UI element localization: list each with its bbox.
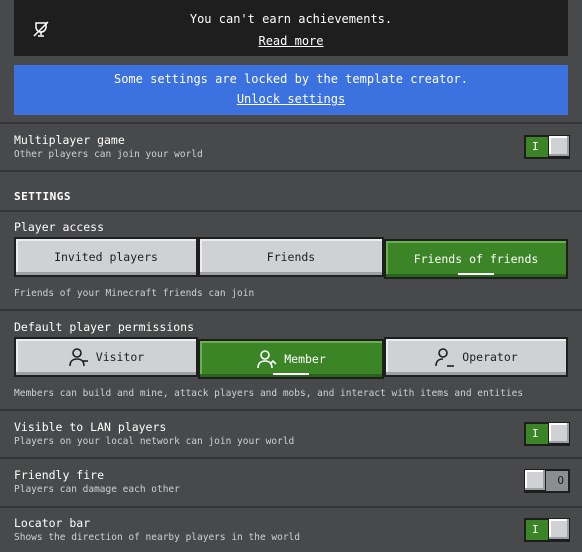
divider	[0, 409, 582, 411]
permissions-selector: Visitor Member Operator	[14, 337, 568, 379]
locator-bar-toggle[interactable]: I	[524, 518, 570, 542]
option-member[interactable]: Member	[198, 339, 384, 379]
member-person-icon	[257, 350, 277, 369]
toggle-knob	[548, 422, 570, 444]
multiplayer-title: Multiplayer game	[14, 133, 125, 147]
toggle-knob	[548, 518, 570, 540]
option-label: Operator	[462, 350, 518, 364]
player-access-selector: Invited players Friends Friends of frien…	[14, 237, 568, 279]
option-friends-of-friends[interactable]: Friends of friends	[384, 239, 568, 279]
option-invited-players[interactable]: Invited players	[14, 237, 198, 277]
player-access-description: Friends of your Minecraft friends can jo…	[14, 288, 255, 299]
lan-title: Visible to LAN players	[14, 420, 167, 434]
option-label: Friends of friends	[413, 252, 539, 266]
option-label: Member	[284, 352, 326, 366]
option-label: Visitor	[95, 350, 145, 364]
toggle-knob	[524, 469, 546, 491]
divider	[0, 457, 582, 459]
toggle-off-mark: O	[557, 474, 564, 487]
toggle-knob	[548, 135, 570, 157]
lan-toggle[interactable]: I	[524, 422, 570, 446]
option-visitor[interactable]: Visitor	[14, 337, 198, 377]
locator-bar-title: Locator bar	[14, 516, 91, 530]
option-label: Invited players	[54, 250, 158, 264]
option-label: Friends	[266, 250, 316, 264]
divider	[0, 170, 582, 172]
selected-indicator	[458, 273, 494, 275]
operator-person-icon	[435, 348, 455, 367]
locator-bar-subtitle: Shows the direction of nearby players in…	[14, 532, 300, 543]
multiplayer-subtitle: Other players can join your world	[14, 149, 203, 160]
player-access-title: Player access	[14, 220, 105, 234]
toggle-on-mark: I	[532, 523, 539, 536]
world-settings-panel: You can't earn achievements. Read more S…	[0, 0, 582, 552]
divider	[0, 309, 582, 311]
friendly-fire-toggle[interactable]: O	[524, 469, 570, 493]
lan-subtitle: Players on your local network can join y…	[14, 436, 295, 447]
locked-settings-message: Some settings are locked by the template…	[113, 72, 468, 86]
divider	[0, 210, 582, 212]
selected-indicator	[273, 373, 309, 375]
friendly-fire-subtitle: Players can damage each other	[14, 484, 180, 495]
friendly-fire-title: Friendly fire	[14, 468, 105, 482]
permissions-title: Default player permissions	[14, 320, 195, 334]
divider	[0, 506, 582, 508]
visitor-person-icon	[68, 348, 88, 367]
read-more-link[interactable]: Read more	[14, 34, 568, 48]
toggle-on-mark: I	[532, 140, 539, 153]
toggle-on-mark: I	[532, 427, 539, 440]
locked-settings-banner: Some settings are locked by the template…	[14, 65, 568, 115]
divider	[0, 122, 582, 124]
option-friends[interactable]: Friends	[198, 237, 384, 277]
unlock-settings-link[interactable]: Unlock settings	[14, 92, 568, 106]
option-operator[interactable]: Operator	[384, 337, 568, 377]
permissions-description: Members can build and mine, attack playe…	[14, 388, 524, 399]
achievement-message: You can't earn achievements.	[189, 12, 393, 26]
settings-header: SETTINGS	[14, 190, 71, 203]
achievement-banner: You can't earn achievements. Read more	[14, 0, 568, 56]
multiplayer-toggle[interactable]: I	[524, 135, 570, 159]
